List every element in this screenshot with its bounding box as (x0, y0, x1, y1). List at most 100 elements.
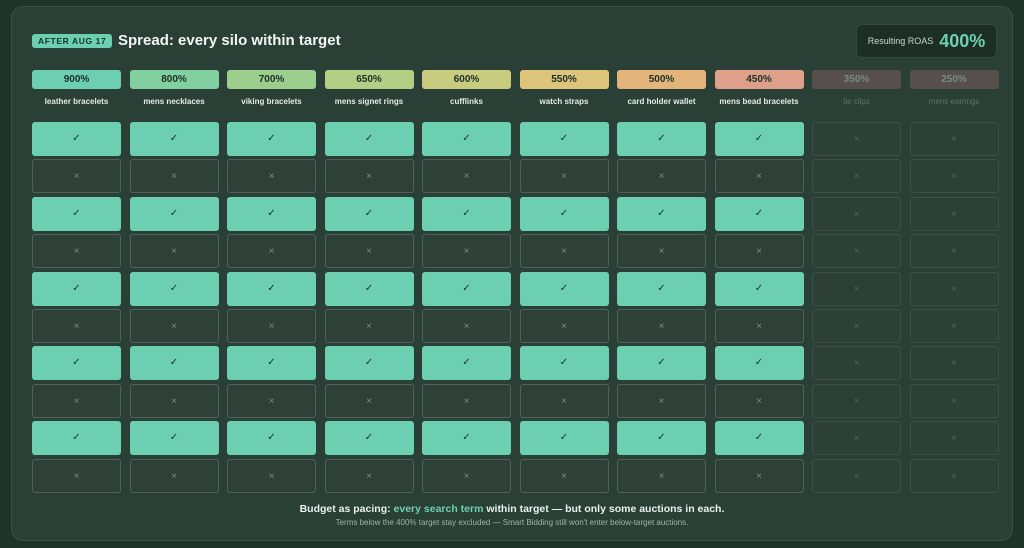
auction-cell-skipped: × (129, 234, 219, 269)
auction-cell-entered: ✓ (519, 346, 609, 381)
auction-cell-skipped: × (519, 234, 609, 269)
cross-icon: × (366, 470, 372, 482)
silo-column: 800% mens necklaces ✓ × ✓ × ✓ × ✓ × ✓ × (129, 70, 219, 493)
auction-cell-entered: ✓ (617, 346, 706, 381)
check-icon: ✓ (462, 357, 471, 369)
auction-cell-skipped: × (812, 122, 901, 156)
cross-icon: × (951, 470, 957, 482)
silo-column: 650% mens signet rings ✓ × ✓ × ✓ × ✓ × ✓ × (324, 70, 414, 493)
auction-cell-entered: ✓ (617, 196, 706, 231)
cross-icon: × (366, 171, 372, 183)
cross-icon: × (561, 246, 567, 258)
auction-cell-skipped: × (324, 309, 414, 343)
footer-highlight: every search term (393, 503, 484, 515)
silo-name: viking bracelets (241, 97, 302, 106)
auction-cell-entered: ✓ (422, 346, 511, 381)
auction-cell-entered: ✓ (714, 271, 804, 306)
auction-cell-entered: ✓ (32, 421, 121, 456)
check-icon: ✓ (267, 432, 276, 444)
cross-icon: × (73, 171, 80, 183)
auction-cell-skipped: × (812, 309, 901, 343)
auction-cell-skipped: × (227, 309, 316, 343)
cross-icon: × (268, 470, 275, 482)
silo-roas-badge: 500% (617, 70, 706, 89)
check-icon: ✓ (169, 357, 179, 369)
auction-cell-entered: ✓ (714, 122, 804, 156)
auction-cell-skipped: × (422, 309, 511, 343)
silo-column: 550% watch straps ✓ × ✓ × ✓ × ✓ × ✓ × (519, 70, 609, 493)
period-badge: AFTER AUG 17 (32, 34, 113, 48)
auction-cell-entered: ✓ (422, 122, 511, 156)
silo-column: 700% viking bracelets ✓ × ✓ × ✓ × ✓ × ✓ × (227, 70, 316, 493)
auction-cell-skipped: × (812, 458, 901, 493)
auction-cell-entered: ✓ (422, 196, 511, 231)
check-icon: ✓ (169, 133, 179, 144)
cross-icon: × (171, 321, 177, 332)
auction-cell-skipped: × (32, 159, 121, 194)
check-icon: ✓ (559, 282, 569, 294)
check-icon: ✓ (72, 207, 81, 219)
cross-icon: × (853, 171, 860, 183)
auction-cell-skipped: × (909, 196, 999, 231)
auction-cell-entered: ✓ (519, 271, 609, 306)
auction-cell-skipped: × (909, 383, 999, 418)
check-icon: ✓ (72, 282, 81, 294)
auction-cell-entered: ✓ (714, 196, 804, 231)
cross-icon: × (561, 395, 567, 407)
footer-summary: Budget as pacing: every search term with… (0, 503, 1024, 515)
silo-name: card holder wallet (627, 97, 696, 106)
cross-icon: × (756, 171, 762, 183)
silo-roas-badge: 450% (714, 70, 804, 89)
check-icon: ✓ (364, 133, 374, 144)
footer-suffix: within target — but only some auctions i… (483, 503, 725, 515)
cross-icon: × (756, 470, 762, 482)
check-icon: ✓ (72, 432, 81, 444)
auction-cell-skipped: × (32, 383, 121, 418)
cross-icon: × (171, 395, 177, 407)
page-title: Spread: every silo within target (118, 32, 341, 49)
auction-cell-entered: ✓ (617, 271, 706, 306)
check-icon: ✓ (364, 357, 374, 369)
auction-cell-entered: ✓ (324, 122, 414, 156)
cross-icon: × (366, 395, 372, 407)
silo-roas-badge: 800% (129, 70, 219, 89)
check-icon: ✓ (559, 133, 569, 144)
auction-cell-skipped: × (129, 458, 219, 493)
silo-roas-badge: 550% (519, 70, 609, 89)
check-icon: ✓ (364, 207, 374, 219)
check-icon: ✓ (559, 357, 569, 369)
cross-icon: × (366, 246, 372, 258)
silo-column: 350% tie clips × × × × × × × × × × (812, 70, 901, 493)
auction-cell-entered: ✓ (32, 346, 121, 381)
cross-icon: × (756, 395, 762, 407)
footer-prefix: Budget as pacing: (299, 503, 394, 515)
auction-cell-skipped: × (812, 346, 901, 381)
cross-icon: × (268, 171, 275, 183)
auction-cell-skipped: × (227, 383, 316, 418)
auction-cell-entered: ✓ (324, 271, 414, 306)
auction-cell-skipped: × (519, 383, 609, 418)
auction-cell-skipped: × (812, 234, 901, 269)
silo-name: mens signet rings (334, 97, 404, 106)
check-icon: ✓ (462, 282, 471, 294)
silo-column: 450% mens bead bracelets ✓ × ✓ × ✓ × ✓ × ✓ × (714, 70, 804, 493)
auction-cell-entered: ✓ (324, 346, 414, 381)
auction-cell-entered: ✓ (422, 421, 511, 456)
auction-cell-entered: ✓ (227, 346, 316, 381)
check-icon: ✓ (657, 133, 666, 144)
auction-cell-entered: ✓ (227, 421, 316, 456)
auction-cell-skipped: × (909, 159, 999, 194)
cross-icon: × (658, 321, 665, 332)
auction-cell-entered: ✓ (129, 196, 219, 231)
check-icon: ✓ (462, 432, 471, 444)
silo-roas-badge: 250% (909, 70, 999, 89)
cross-icon: × (853, 358, 860, 370)
auction-cell-entered: ✓ (129, 271, 219, 306)
silo-name: tie clips (843, 97, 870, 106)
check-icon: ✓ (169, 282, 179, 294)
auction-cell-skipped: × (129, 159, 219, 194)
silo-roas-badge: 900% (32, 70, 121, 89)
auction-cell-skipped: × (714, 458, 804, 493)
cross-icon: × (853, 134, 860, 145)
auction-cell-entered: ✓ (617, 421, 706, 456)
